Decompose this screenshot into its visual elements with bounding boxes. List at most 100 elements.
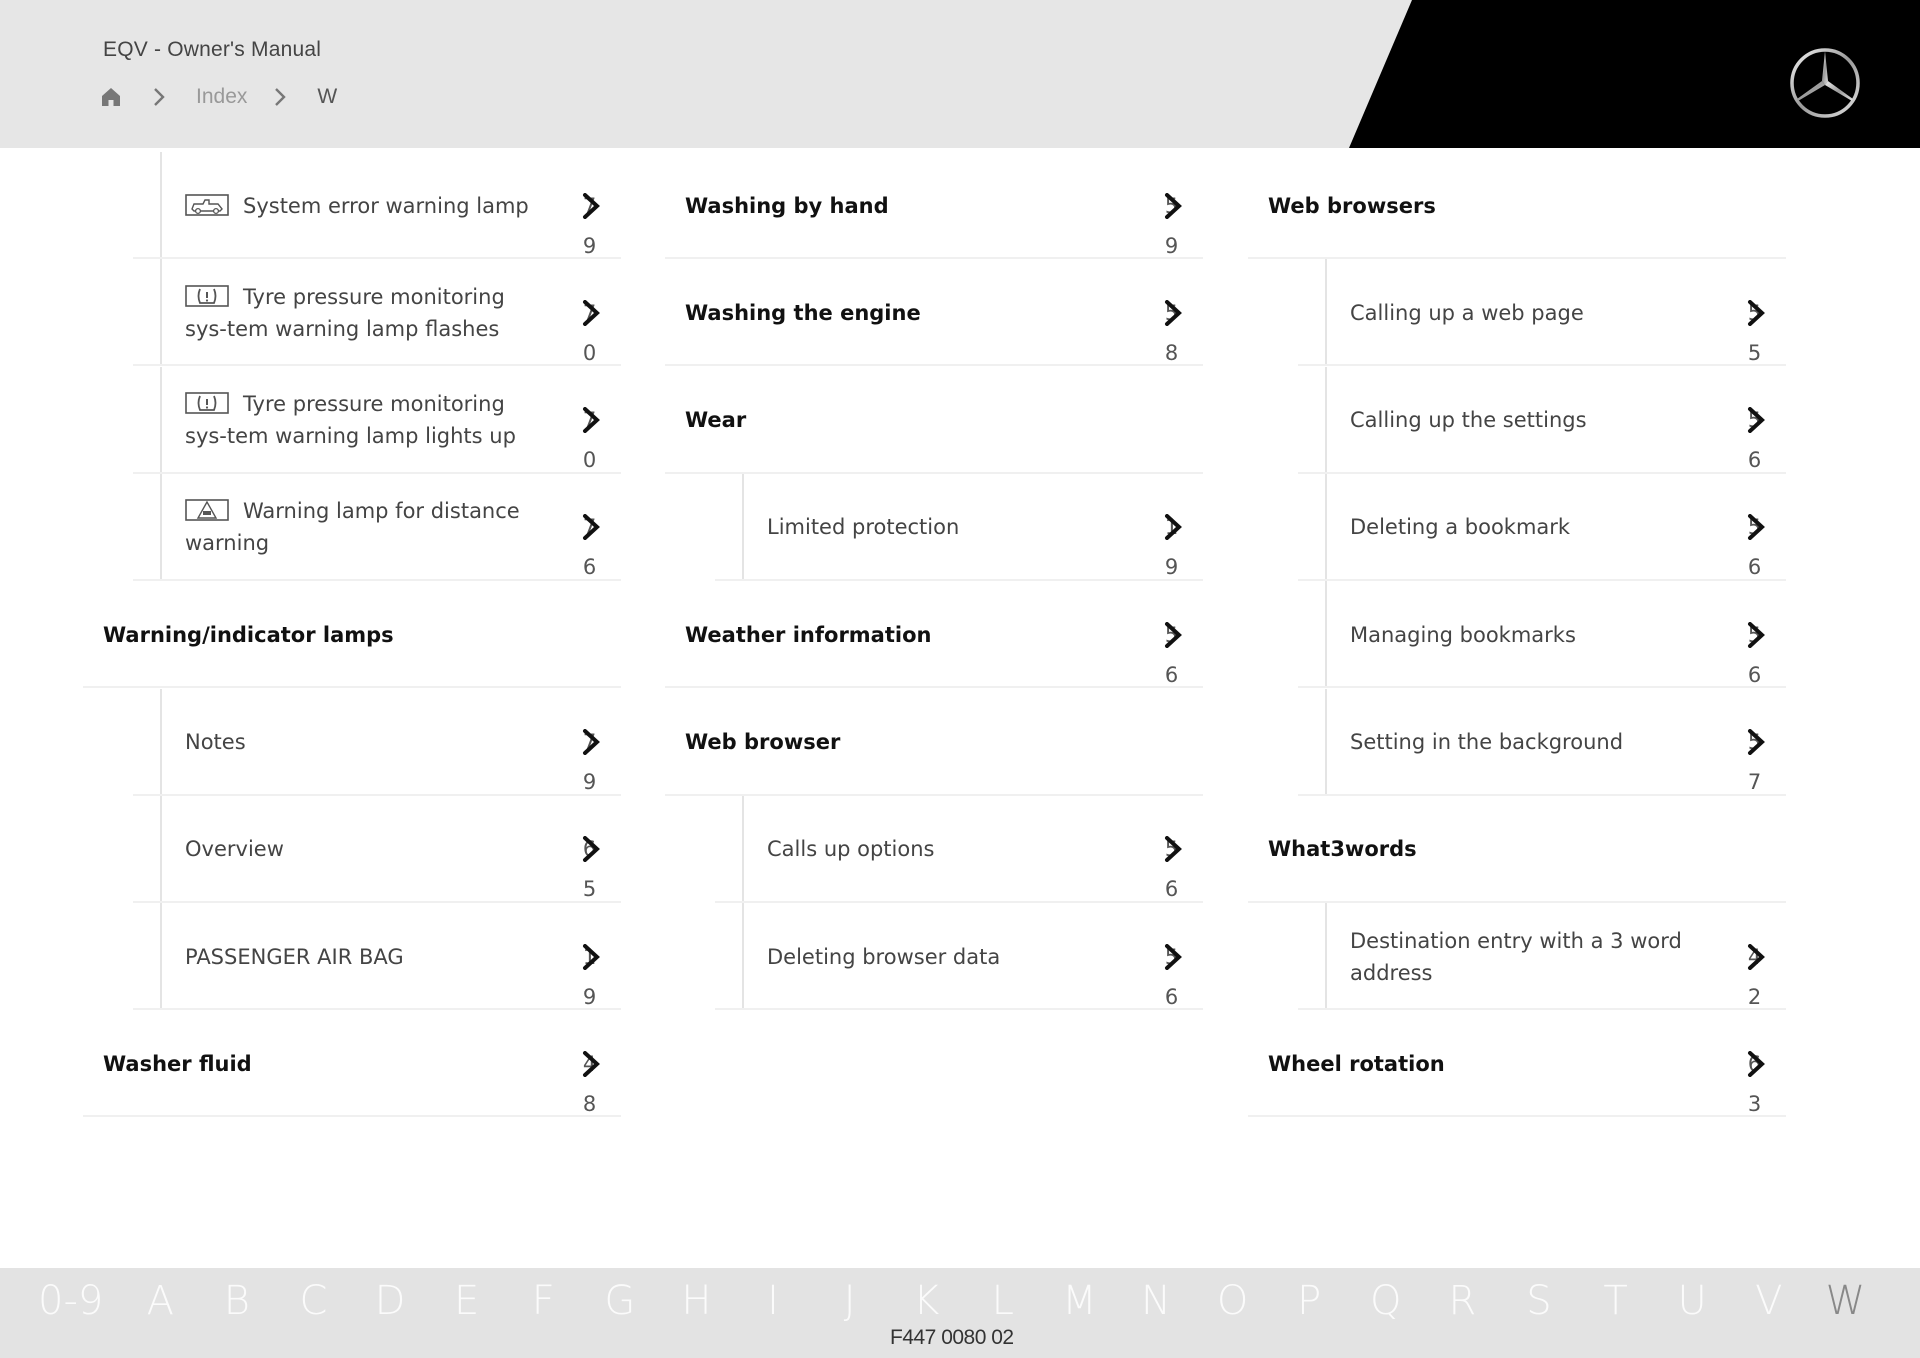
entry-label[interactable]: Setting in the background	[1350, 726, 1700, 758]
entry-label[interactable]: Wheel rotation	[1268, 1048, 1678, 1080]
page-link[interactable]: 1 9	[1151, 507, 1197, 579]
entry-label[interactable]: Notes	[185, 726, 535, 758]
entry-label[interactable]: Weather information	[685, 619, 1095, 651]
page-link[interactable]: 4 8	[569, 1044, 615, 1116]
entry-label[interactable]: Overview	[185, 833, 535, 865]
page-link[interactable]: 6 3	[1734, 1044, 1780, 1116]
page-link[interactable]: 6 5	[569, 829, 615, 901]
breadcrumb-index-link[interactable]: Index	[196, 85, 247, 109]
alphabet-letter-n[interactable]: N	[1118, 1278, 1195, 1324]
alphabet-letter-m[interactable]: M	[1041, 1278, 1118, 1324]
alphabet-letter-p[interactable]: P	[1271, 1278, 1348, 1324]
alphabet-letter-s[interactable]: S	[1501, 1278, 1578, 1324]
index-subentry-overview[interactable]: Overview 6 5	[103, 795, 621, 903]
alphabet-letter-w[interactable]: W	[1807, 1278, 1884, 1324]
index-subentry-managing-bookmarks[interactable]: Managing bookmarks 5 6	[1268, 581, 1786, 689]
index-entry-washer-fluid[interactable]: Washer fluid 4 8	[83, 1010, 621, 1118]
alphabet-letter-a[interactable]: A	[122, 1278, 199, 1324]
page-link[interactable]: 5 6	[1734, 507, 1780, 579]
entry-label[interactable]: Web browser	[685, 726, 1095, 758]
alphabet-letter-c[interactable]: C	[275, 1278, 352, 1324]
alphabet-letter-q[interactable]: Q	[1348, 1278, 1425, 1324]
alphabet-letter-d[interactable]: D	[352, 1278, 429, 1324]
entry-label[interactable]: PASSENGER AIR BAG	[185, 941, 535, 973]
alphabet-letter-b[interactable]: B	[199, 1278, 276, 1324]
entry-label[interactable]: Wear	[685, 404, 1095, 436]
index-subentry-tyre-pressure-monitoring-sys-tem-warning-lamp-lights-up[interactable]: Tyre pressure monitoring sys-tem warning…	[103, 366, 621, 474]
entry-label[interactable]: What3words	[1268, 833, 1678, 865]
page-link[interactable]: 5 6	[1734, 615, 1780, 687]
index-entry-what3words[interactable]: What3words	[1248, 796, 1786, 903]
alphabet-letter-j[interactable]: J	[811, 1278, 888, 1324]
page-link[interactable]: 5 8	[1151, 293, 1197, 365]
alphabet-letter-l[interactable]: L	[965, 1278, 1042, 1324]
page-link[interactable]: 5 9	[1151, 186, 1197, 258]
entry-label[interactable]: Web browsers	[1268, 190, 1678, 222]
entry-label[interactable]: Calling up the settings	[1350, 404, 1700, 436]
mercedes-star-icon[interactable]	[1788, 46, 1862, 120]
index-entry-web-browsers[interactable]: Web browsers	[1248, 152, 1786, 259]
alphabet-letter-r[interactable]: R	[1424, 1278, 1501, 1324]
entry-label[interactable]: Washing the engine	[685, 297, 1095, 329]
index-subentry-deleting-browser-data[interactable]: Deleting browser data 5 6	[685, 903, 1203, 1011]
index-subentry-calling-up-the-settings[interactable]: Calling up the settings 5 6	[1268, 366, 1786, 474]
alphabet-letter-h[interactable]: H	[658, 1278, 735, 1324]
page-link[interactable]: 5 6	[1151, 615, 1197, 687]
page-link[interactable]: 5 6	[1734, 400, 1780, 472]
entry-label[interactable]: Deleting a bookmark	[1350, 511, 1700, 543]
page-link[interactable]: 7 0	[569, 293, 615, 365]
index-subentry-limited-protection[interactable]: Limited protection 1 9	[685, 473, 1203, 581]
index-entry-web-browser[interactable]: Web browser	[665, 689, 1203, 796]
index-subentry-destination-entry-with-a-3-word-address[interactable]: Destination entry with a 3 word address 4…	[1268, 903, 1786, 1011]
index-subentry-deleting-a-bookmark[interactable]: Deleting a bookmark 5 6	[1268, 473, 1786, 581]
alphabet-letter-k[interactable]: K	[888, 1278, 965, 1324]
entry-label[interactable]: Tyre pressure monitoring sys-tem warning…	[185, 388, 535, 452]
entry-label[interactable]: Calls up options	[767, 833, 1117, 865]
page-link[interactable]: 7 9	[569, 722, 615, 794]
alphabet-letter-f[interactable]: F	[505, 1278, 582, 1324]
page-link[interactable]: 5 7	[1734, 722, 1780, 794]
entry-label[interactable]: Washer fluid	[103, 1048, 513, 1080]
index-subentry-tyre-pressure-monitoring-sys-tem-warning-lamp-flashes[interactable]: Tyre pressure monitoring sys-tem warning…	[103, 259, 621, 367]
entry-label[interactable]: Washing by hand	[685, 190, 1095, 222]
entry-label[interactable]: Calling up a web page	[1350, 297, 1700, 329]
index-subentry-calls-up-options[interactable]: Calls up options 5 6	[685, 795, 1203, 903]
page-link[interactable]: 7 9	[569, 186, 615, 258]
index-entry-wear[interactable]: Wear	[665, 367, 1203, 474]
page-link[interactable]: 1 9	[569, 937, 615, 1009]
index-subentry-setting-in-the-background[interactable]: Setting in the background 5 7	[1268, 688, 1786, 796]
entry-label[interactable]: Warning/indicator lamps	[103, 619, 513, 651]
index-entry-wheel-rotation[interactable]: Wheel rotation 6 3	[1248, 1010, 1786, 1118]
index-subentry-calling-up-a-web-page[interactable]: Calling up a web page 5 5	[1268, 259, 1786, 367]
page-link[interactable]: 5 6	[1151, 937, 1197, 1009]
home-icon[interactable]	[100, 85, 126, 109]
entry-label[interactable]: Deleting browser data	[767, 941, 1117, 973]
alphabet-letter-g[interactable]: G	[582, 1278, 659, 1324]
index-entry-washing-by-hand[interactable]: Washing by hand 5 9	[665, 152, 1203, 259]
alphabet-letter-o[interactable]: O	[1194, 1278, 1271, 1324]
index-subentry-system-error-warning-lamp[interactable]: System error warning lamp 7 9	[103, 152, 621, 259]
alphabet-letter-u[interactable]: U	[1654, 1278, 1731, 1324]
page-link[interactable]: 7 6	[569, 507, 615, 579]
page-link[interactable]: 4 2	[1734, 937, 1780, 1009]
alphabet-letter-0-9[interactable]: 0-9	[38, 1278, 122, 1324]
entry-label[interactable]: System error warning lamp	[185, 190, 535, 222]
index-subentry-notes[interactable]: Notes 7 9	[103, 688, 621, 796]
entry-label[interactable]: Warning lamp for distance warning	[185, 495, 535, 559]
index-entry-warning-indicator-lamps[interactable]: Warning/indicator lamps	[83, 581, 621, 689]
entry-label[interactable]: Tyre pressure monitoring sys-tem warning…	[185, 281, 535, 345]
entry-label[interactable]: Limited protection	[767, 511, 1117, 543]
index-entry-washing-the-engine[interactable]: Washing the engine 5 8	[665, 259, 1203, 367]
page-link[interactable]: 5 5	[1734, 293, 1780, 365]
entry-label[interactable]: Managing bookmarks	[1350, 619, 1700, 651]
page-link[interactable]: 7 0	[569, 400, 615, 472]
page-link[interactable]: 5 6	[1151, 829, 1197, 901]
alphabet-letter-e[interactable]: E	[428, 1278, 505, 1324]
index-subentry-warning-lamp-for-distance-warning[interactable]: Warning lamp for distance warning 7 6	[103, 473, 621, 581]
alphabet-letter-v[interactable]: V	[1730, 1278, 1807, 1324]
alphabet-letter-t[interactable]: T	[1577, 1278, 1654, 1324]
alphabet-letter-i[interactable]: I	[735, 1278, 812, 1324]
index-subentry-passenger-air-bag[interactable]: PASSENGER AIR BAG 1 9	[103, 903, 621, 1011]
index-entry-weather-information[interactable]: Weather information 5 6	[665, 581, 1203, 689]
entry-label[interactable]: Destination entry with a 3 word address	[1350, 925, 1700, 989]
